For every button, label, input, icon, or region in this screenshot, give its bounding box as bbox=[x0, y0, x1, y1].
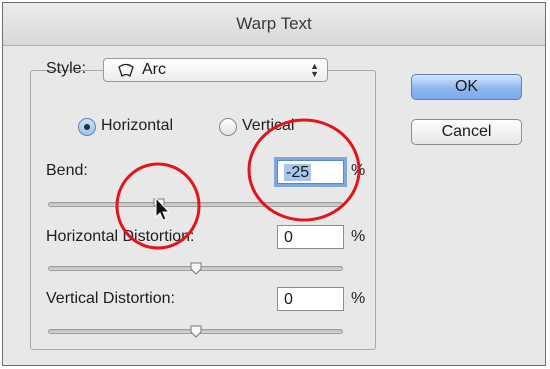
vertical-distortion-slider-thumb[interactable] bbox=[190, 325, 202, 338]
vertical-distortion-slider[interactable] bbox=[48, 325, 343, 338]
vertical-radio-label: Vertical bbox=[242, 117, 295, 134]
cancel-button[interactable]: Cancel bbox=[411, 119, 522, 145]
horizontal-distortion-value: 0 bbox=[284, 229, 293, 246]
vertical-distortion-value: 0 bbox=[284, 291, 293, 308]
vertical-radio[interactable] bbox=[219, 118, 237, 136]
horizontal-distortion-label: Horizontal Distortion: bbox=[46, 228, 195, 245]
ok-button[interactable]: OK bbox=[411, 74, 522, 100]
horizontal-distortion-slider-thumb[interactable] bbox=[190, 262, 202, 275]
bend-field-value: -25 bbox=[284, 164, 312, 181]
style-select[interactable]: Arc ▲ ▼ bbox=[103, 58, 328, 82]
horizontal-radio-label: Horizontal bbox=[101, 117, 174, 134]
select-arrows-icon: ▲ ▼ bbox=[310, 61, 319, 79]
horizontal-distortion-unit: % bbox=[351, 228, 366, 245]
style-select-value: Arc bbox=[142, 61, 166, 78]
dialog-title: Warp Text bbox=[3, 3, 545, 46]
horizontal-radio[interactable] bbox=[78, 118, 96, 136]
vertical-distortion-field[interactable]: 0 bbox=[277, 287, 344, 311]
vertical-distortion-unit: % bbox=[351, 290, 366, 307]
bend-slider[interactable] bbox=[48, 198, 343, 211]
arc-warp-icon bbox=[118, 63, 134, 77]
vertical-distortion-label: Vertical Distortion: bbox=[46, 290, 175, 307]
horizontal-distortion-field[interactable]: 0 bbox=[277, 225, 344, 249]
horizontal-distortion-slider[interactable] bbox=[48, 262, 343, 275]
style-label: Style: bbox=[46, 60, 87, 77]
bend-slider-thumb[interactable] bbox=[153, 198, 165, 211]
bend-label: Bend: bbox=[46, 162, 88, 179]
bend-field[interactable]: -25 bbox=[277, 160, 344, 184]
bend-unit: % bbox=[351, 162, 366, 179]
